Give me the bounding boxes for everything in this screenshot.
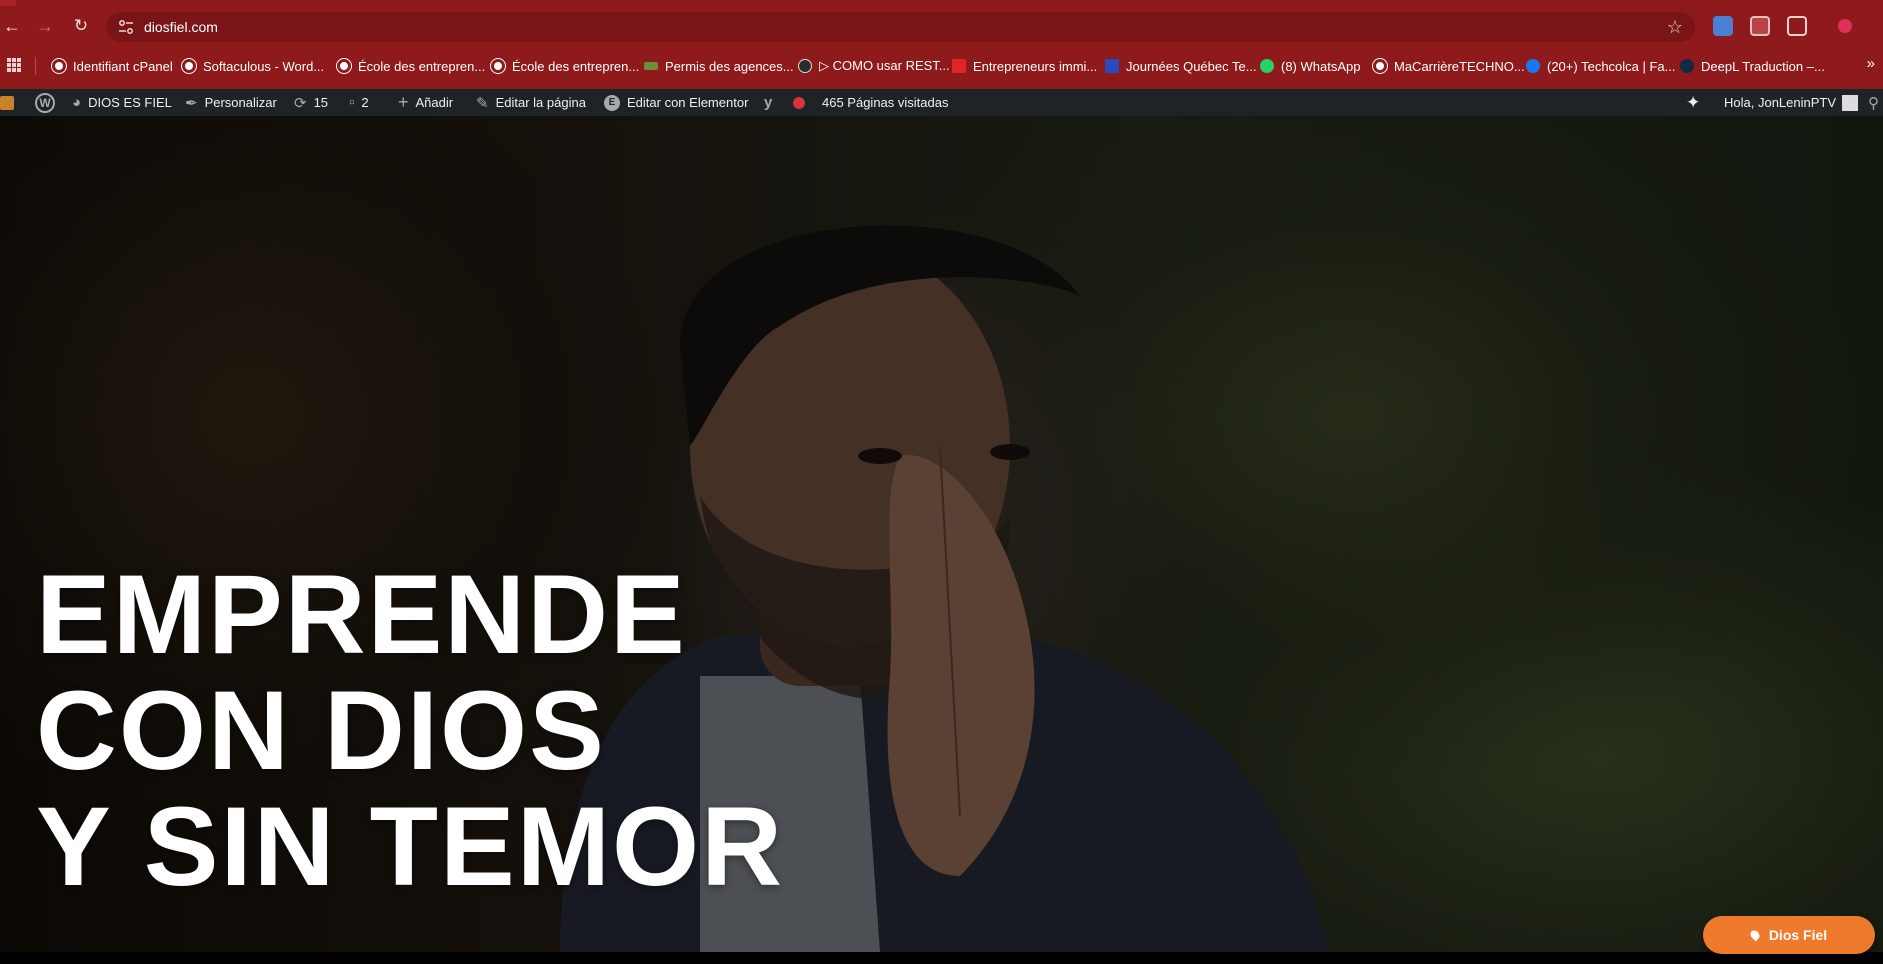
- address-bar[interactable]: diosfiel.com ☆: [106, 12, 1695, 42]
- bookmark-label: Softaculous - Word...: [203, 58, 325, 74]
- permit-icon: [644, 62, 658, 70]
- elementor-icon: E: [604, 94, 620, 111]
- site-favicon-icon[interactable]: [0, 89, 14, 116]
- bookmark-item[interactable]: École des entrepren...: [337, 57, 485, 75]
- bookmark-label: MaCarrièreTECHNO...: [1394, 58, 1525, 74]
- back-icon[interactable]: ←: [0, 14, 24, 38]
- profile-icon[interactable]: [1838, 19, 1852, 33]
- site-info-icon[interactable]: [118, 19, 134, 35]
- customize-link[interactable]: ✒ Personalizar: [185, 89, 277, 116]
- reload-icon[interactable]: ↻: [69, 14, 93, 38]
- bookmark-label: (8) WhatsApp: [1281, 58, 1361, 74]
- avatar: [1842, 94, 1859, 111]
- bookmark-item[interactable]: Identifiant cPanel: [52, 57, 173, 75]
- bookmark-item[interactable]: (20+) Techcolca | Fa...: [1526, 57, 1676, 75]
- updates-count: 15: [313, 95, 329, 110]
- translate-icon[interactable]: [1713, 16, 1733, 36]
- globe-icon: [1373, 59, 1387, 73]
- dashboard-icon: ◕: [72, 94, 82, 111]
- globe-icon: [337, 59, 351, 73]
- dios-fiel-label: Dios Fiel: [1768, 927, 1828, 943]
- bookmark-label: Journées Québec Te...: [1126, 58, 1257, 74]
- bookmark-item[interactable]: MaCarrièreTECHNO...: [1373, 57, 1525, 75]
- comments-link[interactable]: ▫ 2: [349, 89, 369, 116]
- facebook-icon: [1526, 59, 1540, 73]
- site-name-link[interactable]: ◕ DIOS ES FIEL: [72, 89, 172, 116]
- globe-icon: [491, 59, 505, 73]
- whatsapp-icon: [1260, 59, 1274, 73]
- bookmark-label: ▷ COMO usar REST...: [819, 58, 950, 73]
- bookmark-label: École des entrepren...: [512, 58, 640, 74]
- updates-icon: ⟳: [294, 94, 307, 112]
- headline-line-2: CON DIOS: [36, 668, 606, 793]
- screen-cast-icon[interactable]: [1750, 16, 1770, 36]
- edit-elementor-link[interactable]: E Editar con Elementor: [604, 89, 748, 116]
- wp-admin-bar: W ◕ DIOS ES FIEL ✒ Personalizar ⟳ 15 ▫ 2 + Añ…: [0, 89, 1883, 116]
- edit-page-link[interactable]: ✎ Editar la página: [476, 89, 586, 116]
- bookmark-label: Entrepreneurs immi...: [973, 58, 1098, 74]
- bookmark-item[interactable]: Entrepreneurs immi...: [952, 57, 1097, 75]
- hero-headline: EMPRENDE CON DIOS Y SIN TEMOR: [36, 557, 784, 905]
- account-menu[interactable]: Hola, JonLeninPTV: [1724, 89, 1859, 116]
- bookmark-item[interactable]: DeepL Traduction –...: [1680, 57, 1825, 75]
- more-bookmarks-icon[interactable]: »: [1867, 55, 1875, 72]
- add-new-link[interactable]: + Añadir: [398, 89, 453, 116]
- bookmark-label: Permis des agences...: [665, 58, 794, 74]
- bookmarks-divider: [35, 57, 36, 75]
- bookmark-item[interactable]: Permis des agences...: [644, 57, 794, 75]
- bookmark-item[interactable]: Softaculous - Word...: [182, 57, 324, 75]
- headline-line-1: EMPRENDE: [36, 552, 687, 677]
- customize-label: Personalizar: [204, 95, 277, 110]
- yoast-menu[interactable]: y: [764, 89, 779, 116]
- comments-count: 2: [361, 95, 369, 110]
- bookmark-label: Identifiant cPanel: [73, 58, 173, 74]
- edit-page-label: Editar la página: [495, 95, 586, 110]
- quebec-icon: [1105, 59, 1119, 73]
- plus-icon: +: [398, 92, 409, 112]
- page-bottom-edge: [0, 952, 1883, 964]
- dios-fiel-button[interactable]: Dios Fiel: [1703, 916, 1875, 954]
- bookmark-item[interactable]: Journées Québec Te...: [1105, 57, 1257, 75]
- wordpress-logo-icon[interactable]: W: [35, 89, 55, 116]
- e-icon: [952, 59, 966, 73]
- globe-icon: [52, 59, 66, 73]
- seo-status[interactable]: [793, 89, 805, 116]
- browser-toolbar: ← → ↻ diosfiel.com ☆: [0, 6, 1883, 51]
- page-views-link[interactable]: 465 Páginas visitadas: [822, 89, 948, 116]
- bookmark-item[interactable]: École des entrepren...: [491, 57, 639, 75]
- updates-link[interactable]: ⟳ 15: [294, 89, 328, 116]
- bookmark-label: (20+) Techcolca | Fa...: [1547, 58, 1676, 74]
- chrome-bottom-strip: [0, 81, 1883, 89]
- page-views-label: 465 Páginas visitadas: [822, 95, 949, 110]
- yoast-icon: y: [764, 94, 773, 111]
- bookmark-label: DeepL Traduction –...: [1701, 58, 1825, 74]
- headline-line-3: Y SIN TEMOR: [36, 784, 785, 909]
- extensions-icon[interactable]: [1787, 16, 1807, 36]
- pencil-icon: ✎: [476, 94, 489, 112]
- ai-sparkle-icon[interactable]: ✦: [1686, 89, 1700, 116]
- add-new-label: Añadir: [415, 95, 454, 110]
- comment-icon: ▫: [349, 94, 355, 111]
- search-icon[interactable]: ⚲: [1868, 89, 1879, 116]
- edit-elementor-label: Editar con Elementor: [627, 95, 749, 110]
- bookmark-item[interactable]: (8) WhatsApp: [1260, 57, 1360, 75]
- brush-icon: ✒: [185, 94, 198, 112]
- apps-grid-icon[interactable]: [7, 58, 21, 72]
- yoast-icon: [798, 59, 812, 73]
- star-icon[interactable]: ☆: [1667, 17, 1683, 38]
- bookmark-label: École des entrepren...: [358, 58, 486, 74]
- greeting-label: Hola, JonLeninPTV: [1724, 95, 1837, 110]
- deepl-icon: [1680, 59, 1694, 73]
- url-text[interactable]: diosfiel.com: [144, 19, 218, 35]
- bookmark-item[interactable]: ▷ COMO usar REST...: [798, 57, 950, 75]
- globe-icon: [182, 59, 196, 73]
- site-name-label: DIOS ES FIEL: [88, 95, 172, 110]
- seo-status-dot-icon: [793, 96, 805, 109]
- location-pin-icon: [1748, 928, 1762, 942]
- forward-icon[interactable]: →: [33, 14, 57, 38]
